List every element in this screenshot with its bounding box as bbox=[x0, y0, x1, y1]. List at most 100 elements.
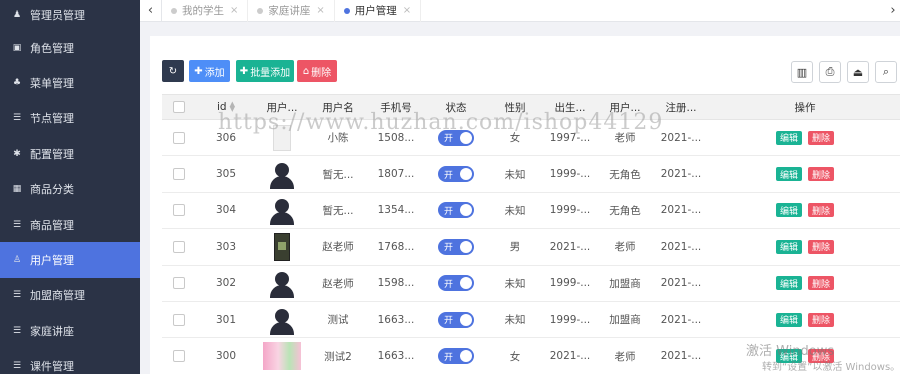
row-delete-button[interactable]: 删除 bbox=[808, 203, 835, 218]
tab-label: 我的学生 bbox=[182, 5, 224, 17]
avatar-cell bbox=[256, 156, 308, 191]
tab-label: 用户管理 bbox=[354, 5, 397, 17]
close-icon[interactable]: × bbox=[316, 5, 324, 16]
status-cell: 开 bbox=[424, 266, 488, 301]
list-icon: ☰ bbox=[12, 290, 22, 301]
list-icon: ☰ bbox=[12, 113, 22, 124]
phone-cell: 1598... bbox=[377, 277, 415, 290]
status-toggle-label: 开 bbox=[444, 206, 454, 217]
status-toggle[interactable]: 开 bbox=[438, 348, 474, 365]
edit-button[interactable]: 编辑 bbox=[775, 203, 802, 218]
avatar bbox=[268, 304, 296, 335]
row-checkbox[interactable] bbox=[173, 313, 185, 326]
birth-cell: 1999-... bbox=[549, 204, 591, 217]
row-checkbox[interactable] bbox=[173, 204, 185, 217]
status-toggle[interactable]: 开 bbox=[438, 311, 474, 328]
batch-add-button[interactable]: ✚ 批量添加 bbox=[236, 60, 294, 82]
table-row: 303 赵老师 1768... 开 男 2021-... 老师 2021-... 编辑 删除 bbox=[162, 229, 900, 266]
sidebar-item-label: 加盟商管理 bbox=[30, 289, 85, 303]
list-icon: ☰ bbox=[12, 325, 22, 336]
print-button[interactable]: ⎙ bbox=[819, 61, 841, 83]
sidebar-item-label: 商品分类 bbox=[30, 183, 74, 197]
columns-button[interactable]: ▥ bbox=[791, 61, 813, 83]
calendar-icon: ▦ bbox=[12, 184, 22, 195]
sidebar-item-label: 配置管理 bbox=[30, 147, 74, 161]
row-checkbox[interactable] bbox=[173, 350, 185, 363]
toggle-knob bbox=[460, 204, 472, 217]
birth-cell: 1999-... bbox=[549, 277, 591, 290]
role-cell: 老师 bbox=[614, 350, 636, 363]
export-button[interactable]: ⏏ bbox=[847, 61, 869, 83]
edit-button[interactable]: 编辑 bbox=[775, 130, 802, 145]
close-icon[interactable]: × bbox=[403, 5, 411, 16]
delete-button[interactable]: ⌂ 删除 bbox=[297, 60, 337, 82]
role-cell: 无角色 bbox=[609, 204, 641, 217]
add-button[interactable]: ✚ 添加 bbox=[189, 60, 230, 82]
sidebar-item-7[interactable]: ♙ 用户管理 bbox=[0, 242, 140, 278]
sidebar-item-1[interactable]: ▣ 角色管理 bbox=[0, 30, 140, 65]
row-checkbox[interactable] bbox=[173, 131, 185, 144]
refresh-button[interactable]: ↻ bbox=[162, 60, 184, 82]
avatar bbox=[274, 232, 290, 261]
row-delete-button[interactable]: 删除 bbox=[808, 276, 835, 291]
sidebar: ♟ 管理员管理 ▣ 角色管理 ♣ 菜单管理 ☰ 节点管理 ✱ 配置管理 ▦ 商品分类 ☰ 商品管理 ♙ 用户管… bbox=[0, 0, 140, 374]
role-cell: 老师 bbox=[614, 241, 636, 254]
edit-button[interactable]: 编辑 bbox=[775, 167, 802, 182]
table-row: 305 暂无... 1807... 开 未知 1999-... 无角色 2021-... 编辑删… bbox=[162, 156, 900, 193]
search-icon: ⌕ bbox=[882, 65, 890, 78]
status-toggle-label: 开 bbox=[444, 352, 454, 363]
tab-dot-icon bbox=[171, 7, 177, 14]
tab-2[interactable]: 用户管理 × bbox=[335, 0, 422, 22]
row-checkbox[interactable] bbox=[173, 240, 185, 253]
edit-button[interactable]: 编辑 bbox=[775, 312, 802, 327]
username-cell: 暂无... bbox=[322, 204, 354, 217]
row-select-cell bbox=[162, 156, 196, 191]
sidebar-item-10[interactable]: ☰ 课件管理 bbox=[0, 349, 140, 374]
toggle-knob bbox=[460, 168, 472, 181]
row-select-cell bbox=[162, 229, 196, 264]
edit-button[interactable]: 编辑 bbox=[775, 276, 802, 291]
gender-cell: 未知 bbox=[504, 314, 526, 327]
sidebar-item-8[interactable]: ☰ 加盟商管理 bbox=[0, 278, 140, 313]
select-all-checkbox[interactable] bbox=[173, 101, 185, 113]
avatar bbox=[268, 159, 296, 190]
row-select-cell bbox=[162, 338, 196, 373]
sidebar-item-4[interactable]: ✱ 配置管理 bbox=[0, 136, 140, 171]
row-delete-button[interactable]: 删除 bbox=[808, 312, 835, 327]
sidebar-item-9[interactable]: ☰ 家庭讲座 bbox=[0, 313, 140, 348]
sidebar-item-3[interactable]: ☰ 节点管理 bbox=[0, 101, 140, 136]
tab-next-button[interactable]: › bbox=[886, 0, 900, 22]
edit-button[interactable]: 编辑 bbox=[775, 239, 802, 254]
tab-prev-button[interactable]: ‹ bbox=[140, 0, 162, 22]
sidebar-item-0[interactable]: ♟ 管理员管理 bbox=[0, 0, 140, 30]
username-cell: 赵老师 bbox=[322, 277, 354, 290]
status-toggle[interactable]: 开 bbox=[438, 275, 474, 292]
status-toggle[interactable]: 开 bbox=[438, 238, 474, 255]
table-row: 304 暂无... 1354... 开 未知 1999-... 无角色 2021-... 编辑删… bbox=[162, 193, 900, 230]
search-button[interactable]: ⌕ bbox=[875, 61, 897, 83]
sidebar-item-label: 家庭讲座 bbox=[30, 324, 74, 338]
close-icon[interactable]: × bbox=[230, 5, 238, 16]
sidebar-item-label: 节点管理 bbox=[30, 112, 74, 126]
status-toggle[interactable]: 开 bbox=[438, 202, 474, 219]
tab-dot-icon bbox=[343, 7, 350, 14]
row-checkbox[interactable] bbox=[173, 277, 185, 290]
row-delete-button[interactable]: 删除 bbox=[808, 167, 835, 182]
row-delete-button[interactable]: 删除 bbox=[808, 239, 835, 254]
sidebar-item-2[interactable]: ♣ 菜单管理 bbox=[0, 65, 140, 100]
avatar-cell bbox=[256, 302, 308, 337]
sidebar-item-6[interactable]: ☰ 商品管理 bbox=[0, 207, 140, 242]
register-time-cell: 2021-... bbox=[660, 168, 702, 181]
toggle-knob bbox=[460, 277, 472, 290]
tab-dot-icon bbox=[257, 7, 264, 14]
status-toggle[interactable]: 开 bbox=[438, 166, 474, 183]
tab-1[interactable]: 家庭讲座 × bbox=[248, 0, 335, 22]
sidebar-item-5[interactable]: ▦ 商品分类 bbox=[0, 172, 140, 207]
phone-cell: 1354... bbox=[377, 204, 415, 217]
gender-cell: 男 bbox=[509, 241, 521, 254]
column-header-label: 操作 bbox=[794, 101, 816, 114]
row-checkbox[interactable] bbox=[173, 168, 185, 181]
tab-0[interactable]: 我的学生 × bbox=[162, 0, 249, 22]
row-delete-button[interactable]: 删除 bbox=[808, 130, 835, 145]
phone-cell: 1768... bbox=[377, 240, 415, 253]
